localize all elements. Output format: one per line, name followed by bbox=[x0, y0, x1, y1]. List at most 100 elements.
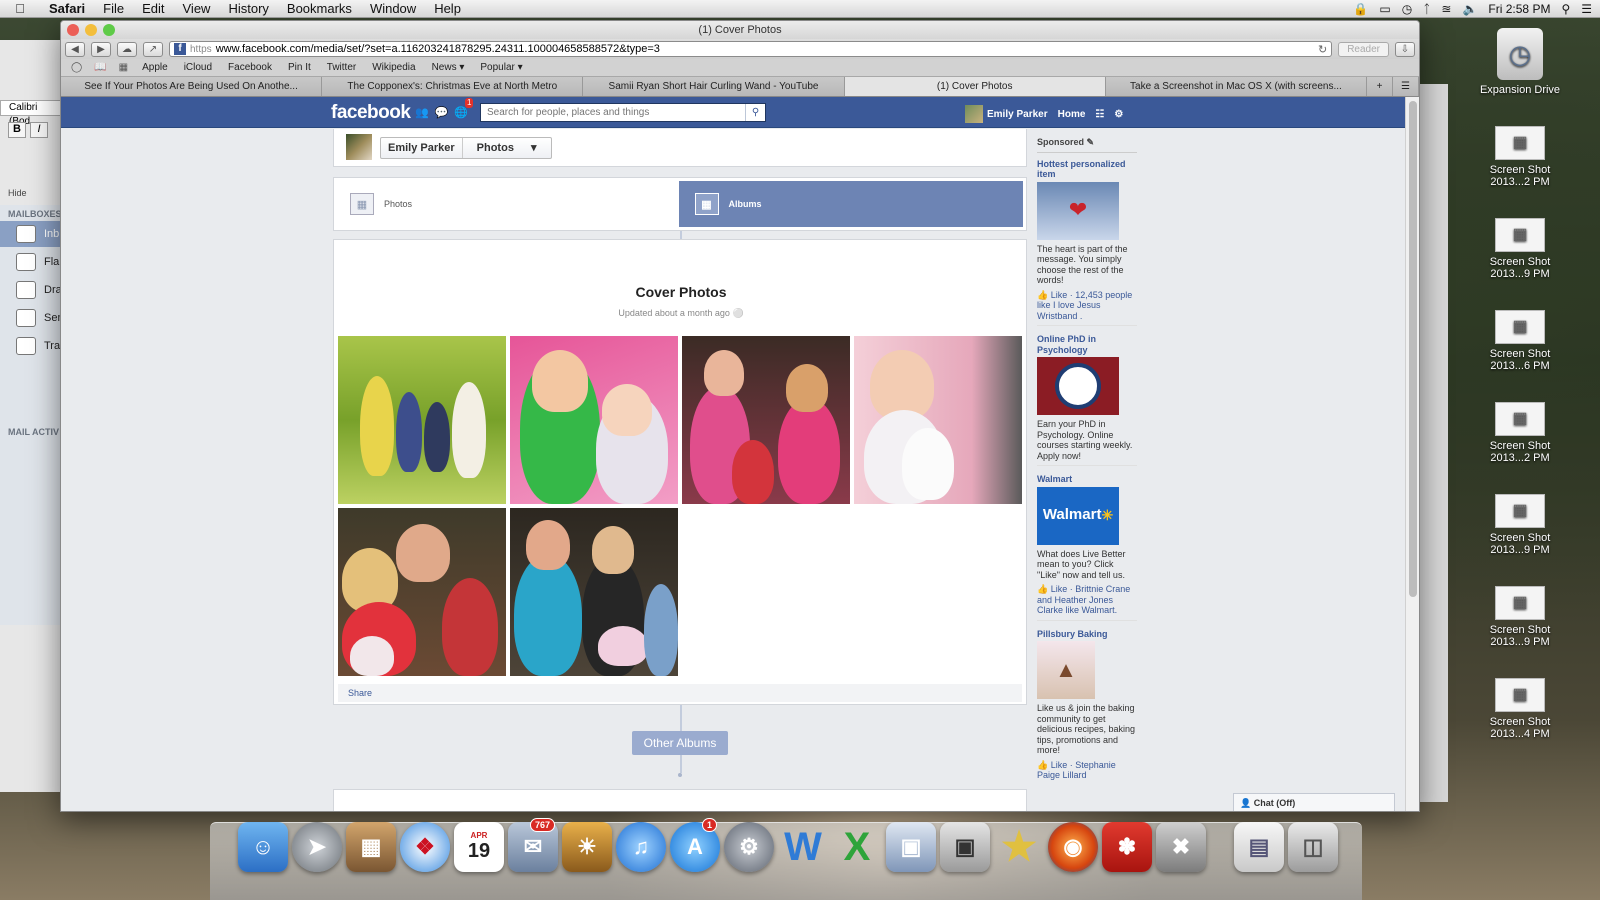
iphoto-icon[interactable]: ☀ bbox=[562, 822, 612, 872]
address-bar[interactable]: f https www.facebook.com/media/set/?set=… bbox=[169, 41, 1333, 57]
photo-thumbnail[interactable] bbox=[338, 336, 506, 504]
ad-item[interactable]: Pillsbury Baking ▲ Like us & join the ba… bbox=[1037, 629, 1137, 785]
italic-button[interactable]: I bbox=[30, 122, 48, 138]
desktop-screenshot-6[interactable]: ▦ Screen Shot 2013...9 PM bbox=[1474, 586, 1566, 648]
tab-youtube[interactable]: Samii Ryan Short Hair Curling Wand - You… bbox=[583, 77, 845, 96]
word-icon[interactable]: W bbox=[778, 822, 828, 872]
ad-title[interactable]: Pillsbury Baking bbox=[1037, 629, 1137, 640]
ad-item[interactable]: Walmart Walmart ✳ What does Live Better m… bbox=[1037, 474, 1137, 621]
desktop-screenshot-5[interactable]: ▦ Screen Shot 2013...9 PM bbox=[1474, 494, 1566, 556]
menu-window[interactable]: Window bbox=[361, 1, 425, 16]
mailbox-sent[interactable]: Sen bbox=[0, 305, 61, 331]
menu-history[interactable]: History bbox=[219, 1, 277, 16]
profile-avatar[interactable] bbox=[346, 134, 372, 160]
tab-screenshot-mac[interactable]: Take a Screenshot in Mac OS X (with scre… bbox=[1105, 77, 1368, 96]
downloads-button[interactable]: ⇩ bbox=[1395, 41, 1415, 57]
image-capture-icon[interactable]: ▣ bbox=[940, 822, 990, 872]
mailbox-trash[interactable]: Tra bbox=[0, 333, 61, 359]
reading-list-icon[interactable]: ◯ bbox=[65, 62, 88, 73]
scrollbar-thumb[interactable] bbox=[1409, 101, 1417, 597]
tab-photos-used[interactable]: See If Your Photos Are Being Used On Ano… bbox=[61, 77, 323, 96]
toggle-photos[interactable]: ▦ Photos bbox=[334, 178, 679, 230]
hide-button[interactable]: Hide bbox=[8, 188, 27, 198]
list-icon[interactable]: ☰ bbox=[1581, 2, 1592, 16]
friend-requests-icon[interactable]: 👥 bbox=[415, 106, 429, 119]
zoom-button[interactable] bbox=[103, 24, 115, 36]
bookmark-twitter[interactable]: Twitter bbox=[319, 62, 364, 73]
photo-thumbnail[interactable] bbox=[854, 336, 1022, 504]
toggle-albums[interactable]: ▦ Albums bbox=[678, 181, 1023, 227]
bookmark-popular[interactable]: Popular ▾ bbox=[472, 62, 530, 73]
breadcrumb-photos[interactable]: Photos ▾ bbox=[461, 138, 551, 158]
bookmark-pin-it[interactable]: Pin It bbox=[280, 62, 319, 73]
profile-link[interactable]: Emily Parker bbox=[965, 105, 1048, 123]
acrobat-icon[interactable]: ✽ bbox=[1102, 822, 1152, 872]
launchpad-icon[interactable]: ➤ bbox=[292, 822, 342, 872]
notifications-icon[interactable]: 🌐 bbox=[454, 106, 468, 119]
gear-icon[interactable]: ⚙ bbox=[1114, 109, 1123, 120]
spotlight-icon[interactable]: ⚲ bbox=[1561, 2, 1570, 16]
ad-like[interactable]: 👍 Like · Brittnie Crane and Heather Jone… bbox=[1037, 584, 1137, 616]
finder-icon[interactable]: ☺ bbox=[238, 822, 288, 872]
system-preferences-icon[interactable]: ⚙ bbox=[724, 822, 774, 872]
forward-button[interactable]: ▶ bbox=[91, 41, 111, 57]
tab-cover-photos[interactable]: (1) Cover Photos bbox=[844, 77, 1106, 96]
safari-icon[interactable]: ❖ bbox=[400, 822, 450, 872]
ad-choices-icon[interactable]: ✎ bbox=[1087, 137, 1095, 147]
remote-desktop-icon[interactable]: ▣ bbox=[886, 822, 936, 872]
bookmark-icloud[interactable]: iCloud bbox=[176, 62, 220, 73]
trash-icon[interactable]: ◫ bbox=[1288, 822, 1338, 872]
messages-icon[interactable]: 💬 bbox=[435, 106, 449, 119]
ad-like[interactable]: 👍 Like · 12,453 people like I love Jesus… bbox=[1037, 290, 1137, 322]
minimize-button[interactable] bbox=[85, 24, 97, 36]
firefox-icon[interactable]: ◉ bbox=[1048, 822, 1098, 872]
clock[interactable]: Fri 2:58 PM bbox=[1488, 2, 1550, 16]
volume-icon[interactable]: 🔈 bbox=[1462, 2, 1477, 16]
mission-control-icon[interactable]: ▦ bbox=[346, 822, 396, 872]
mailbox-drafts[interactable]: Dra bbox=[0, 277, 61, 303]
utilities-icon[interactable]: ✖ bbox=[1156, 822, 1206, 872]
time-machine-icon[interactable]: ◷ bbox=[1402, 2, 1412, 16]
desktop-screenshot-1[interactable]: ▦ Screen Shot 2013...2 PM bbox=[1474, 126, 1566, 188]
other-albums-button[interactable]: Other Albums bbox=[632, 731, 728, 755]
ad-title[interactable]: Hottest personalized item bbox=[1037, 159, 1137, 180]
apple-menu-icon[interactable]:  bbox=[0, 1, 40, 16]
menu-safari[interactable]: Safari bbox=[40, 1, 94, 16]
menu-file[interactable]: File bbox=[94, 1, 133, 16]
ad-like[interactable]: 👍 Like · Stephanie Paige Lillard bbox=[1037, 760, 1137, 781]
share-link[interactable]: Share bbox=[348, 688, 372, 698]
bookmark-wikipedia[interactable]: Wikipedia bbox=[364, 62, 423, 73]
university-seal-image[interactable] bbox=[1037, 357, 1119, 415]
close-button[interactable] bbox=[67, 24, 79, 36]
breadcrumb-name[interactable]: Emily Parker bbox=[381, 138, 462, 158]
mailbox-flagged[interactable]: Fla bbox=[0, 249, 61, 275]
desktop-screenshot-7[interactable]: ▦ Screen Shot 2013...4 PM bbox=[1474, 678, 1566, 740]
privacy-shortcuts-icon[interactable]: ☷ bbox=[1095, 109, 1104, 120]
lock-icon[interactable]: 🔒 bbox=[1353, 2, 1368, 16]
imovie-icon[interactable]: ★ bbox=[994, 822, 1044, 872]
walmart-logo-image[interactable]: Walmart ✳ bbox=[1037, 486, 1119, 545]
bookmark-apple[interactable]: Apple bbox=[134, 62, 176, 73]
share-button[interactable]: ↗ bbox=[143, 41, 163, 57]
airplay-icon[interactable]: ▭ bbox=[1379, 2, 1390, 16]
tab-overview-icon[interactable]: ☰ bbox=[1393, 77, 1419, 96]
menu-bookmarks[interactable]: Bookmarks bbox=[278, 1, 361, 16]
search-icon[interactable]: ⚲ bbox=[745, 104, 765, 121]
reader-button[interactable]: Reader bbox=[1338, 41, 1389, 57]
desktop-screenshot-3[interactable]: ▦ Screen Shot 2013...6 PM bbox=[1474, 310, 1566, 372]
search-input[interactable] bbox=[481, 104, 745, 121]
bookmark-facebook[interactable]: Facebook bbox=[220, 62, 280, 73]
menu-view[interactable]: View bbox=[174, 1, 220, 16]
back-button[interactable]: ◀ bbox=[65, 41, 85, 57]
itunes-icon[interactable]: ♫ bbox=[616, 822, 666, 872]
menu-edit[interactable]: Edit bbox=[133, 1, 173, 16]
desktop-screenshot-4[interactable]: ▦ Screen Shot 2013...2 PM bbox=[1474, 402, 1566, 464]
desktop-screenshot-2[interactable]: ▦ Screen Shot 2013...9 PM bbox=[1474, 218, 1566, 280]
facebook-logo[interactable]: facebook bbox=[331, 102, 411, 124]
mailbox-inbox[interactable]: Inb bbox=[0, 221, 61, 247]
font-field[interactable]: Calibri (Bod bbox=[0, 100, 61, 127]
calendar-icon[interactable]: APR 19 bbox=[454, 822, 504, 872]
photo-thumbnail[interactable] bbox=[338, 508, 506, 676]
photo-thumbnail[interactable] bbox=[510, 336, 678, 504]
bluetooth-icon[interactable]: ᛏ bbox=[1423, 2, 1430, 16]
